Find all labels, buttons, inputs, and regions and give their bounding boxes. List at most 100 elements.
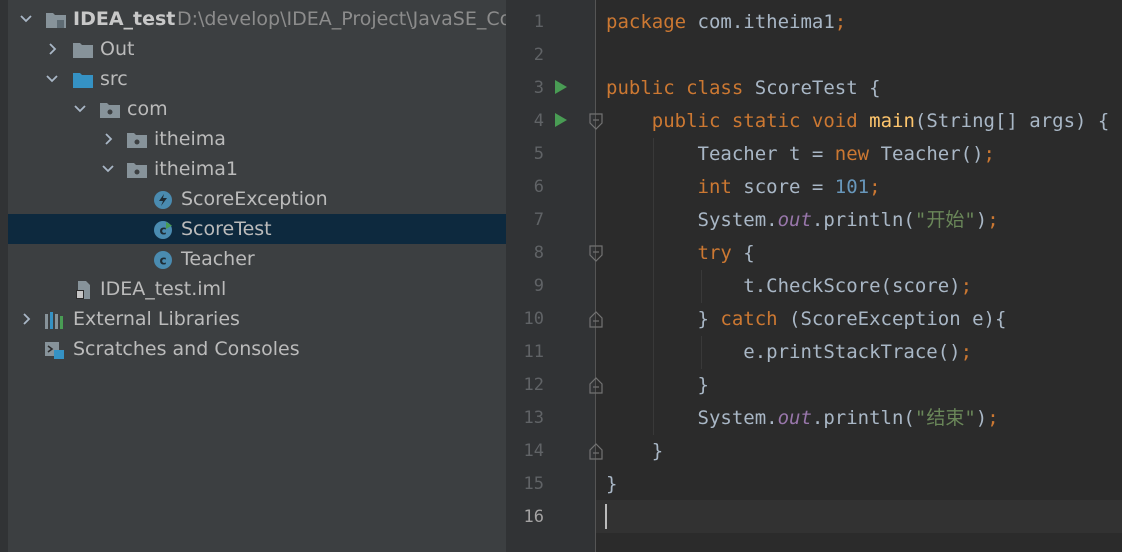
code-text: t.CheckScore(score)	[743, 275, 961, 297]
tree-item-score-exception[interactable]: ScoreException	[8, 184, 506, 214]
code-line-5[interactable]: Teacher t = new Teacher();	[606, 138, 995, 171]
line-number: 4	[533, 111, 544, 131]
libraries-icon	[44, 309, 64, 329]
code-line-15[interactable]: }	[606, 468, 617, 501]
tree-item-label: IDEA_test	[73, 8, 176, 30]
fold-end-icon[interactable]	[589, 376, 603, 398]
code-line-7[interactable]: System.out.println("开始");	[606, 204, 999, 237]
package-icon	[126, 159, 147, 179]
semicolon: ;	[869, 176, 881, 198]
line-number: 12	[523, 375, 544, 395]
chevron-down-icon[interactable]	[42, 64, 62, 94]
exception-class-icon	[153, 189, 173, 209]
tree-item-label: ScoreTest	[181, 218, 272, 240]
static-field: out	[777, 209, 812, 231]
tree-item-label: External Libraries	[73, 308, 240, 330]
code-text: }	[606, 473, 618, 495]
tree-item-label: com	[127, 98, 168, 120]
code-line-12[interactable]: }	[606, 369, 709, 402]
run-main-icon[interactable]	[554, 112, 568, 132]
line-number: 6	[533, 177, 544, 197]
code-line-13[interactable]: System.out.println("结束");	[606, 402, 999, 435]
run-class-icon[interactable]	[554, 79, 568, 99]
code-line-11[interactable]: e.printStackTrace();	[606, 336, 972, 369]
tree-item-itheima[interactable]: itheima	[8, 124, 506, 154]
code-line-1[interactable]: package com.itheima1;	[606, 6, 846, 39]
chevron-right-icon[interactable]	[16, 304, 36, 334]
code-text: )	[975, 209, 988, 231]
tree-item-external-libraries[interactable]: External Libraries	[8, 304, 506, 334]
chevron-down-icon[interactable]	[70, 94, 90, 124]
semicolon: ;	[987, 407, 999, 429]
fold-start-icon[interactable]	[589, 113, 603, 135]
tree-item-out[interactable]: Out	[8, 34, 506, 64]
fold-end-icon[interactable]	[589, 310, 603, 332]
chevron-right-icon[interactable]	[98, 124, 118, 154]
tree-item-score-test[interactable]: c ScoreTest	[8, 214, 506, 244]
code-text: ScoreTest {	[743, 77, 881, 99]
line-number: 8	[533, 243, 544, 263]
text-caret	[605, 504, 607, 529]
chevron-down-icon[interactable]	[16, 4, 36, 34]
code-text: e.printStackTrace()	[743, 341, 961, 363]
code-line-10[interactable]: } catch (ScoreException e){	[606, 303, 1007, 336]
code-line-4[interactable]: public static void main(String[] args) {	[606, 105, 1110, 138]
code-editor[interactable]: 1 2 3 4 5 6 7 8 9 10 11 12 13 14 15 16 p…	[506, 0, 1122, 552]
line-number: 11	[523, 342, 544, 362]
chevron-right-icon[interactable]	[42, 34, 62, 64]
tree-item-iml[interactable]: IDEA_test.iml	[8, 274, 506, 304]
method-name: main	[869, 110, 915, 132]
code-text: score =	[731, 176, 835, 198]
tree-item-idea-test[interactable]: IDEA_test D:\develop\IDEA_Project\JavaSE…	[8, 4, 506, 34]
code-line-3[interactable]: public class ScoreTest {	[606, 72, 881, 105]
tree-item-label: itheima	[154, 128, 226, 150]
keyword: public static void	[651, 110, 858, 132]
line-number: 9	[533, 276, 544, 296]
code-text: System.	[697, 209, 778, 231]
iml-file-icon	[74, 279, 94, 299]
code-line-6[interactable]: int score = 101;	[606, 171, 881, 204]
current-line-highlight	[596, 500, 1122, 533]
keyword: new	[834, 143, 870, 165]
code-text: System.	[697, 407, 778, 429]
line-number: 14	[523, 441, 544, 461]
class-icon: c	[153, 249, 173, 269]
semicolon: ;	[987, 209, 999, 231]
module-folder-icon	[45, 9, 66, 29]
tree-item-itheima1[interactable]: itheima1	[8, 154, 506, 184]
code-line-14[interactable]: }	[606, 435, 663, 468]
tree-item-scratches[interactable]: Scratches and Consoles	[8, 334, 506, 364]
code-line-9[interactable]: t.CheckScore(score);	[606, 270, 972, 303]
tree-item-src[interactable]: src	[8, 64, 506, 94]
tree-item-label: itheima1	[154, 158, 238, 180]
fold-start-icon[interactable]	[589, 245, 603, 267]
package-icon	[126, 129, 147, 149]
line-number-current: 16	[523, 507, 544, 527]
semicolon: ;	[960, 341, 973, 363]
code-text: {	[731, 242, 755, 264]
code-line-8[interactable]: try {	[606, 237, 755, 270]
fold-end-icon[interactable]	[589, 442, 603, 464]
package-icon	[99, 99, 120, 119]
line-number: 3	[533, 78, 544, 98]
line-number: 10	[523, 309, 544, 329]
line-number: 1	[533, 12, 544, 32]
tree-item-com[interactable]: com	[8, 94, 506, 124]
chevron-down-icon[interactable]	[98, 154, 118, 184]
static-field: out	[777, 407, 812, 429]
keyword: try	[697, 242, 732, 264]
project-tree-panel: IDEA_test D:\develop\IDEA_Project\JavaSE…	[0, 0, 506, 552]
code-text: Teacher t =	[697, 143, 835, 165]
scratches-icon	[44, 339, 64, 359]
code-text: Teacher()	[869, 143, 984, 165]
tree-item-teacher[interactable]: c Teacher	[8, 244, 506, 274]
code-text: .println(	[811, 209, 915, 231]
string-literal: "开始"	[914, 209, 976, 231]
folder-icon	[72, 39, 93, 59]
code-text: }	[697, 308, 721, 330]
code-text: }	[651, 440, 664, 462]
